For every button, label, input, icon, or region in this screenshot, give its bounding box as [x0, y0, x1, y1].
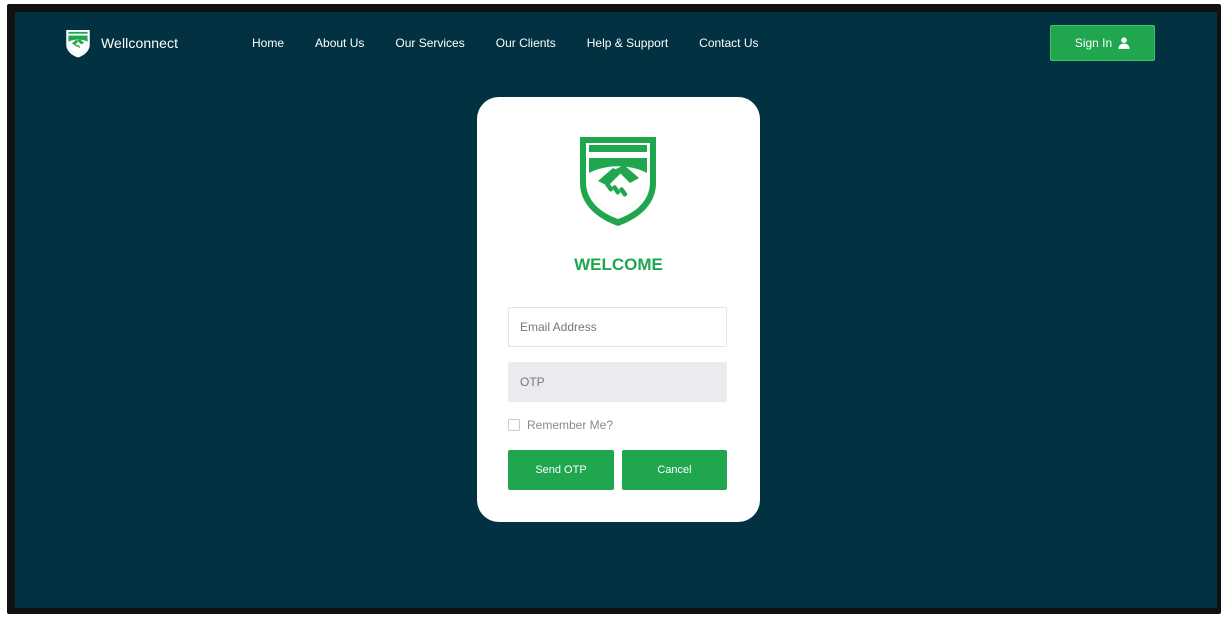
- sign-in-button[interactable]: Sign In: [1050, 25, 1155, 61]
- cancel-button[interactable]: Cancel: [622, 450, 727, 490]
- nav-help-support[interactable]: Help & Support: [587, 36, 668, 50]
- send-otp-button[interactable]: Send OTP: [508, 450, 614, 490]
- brand[interactable]: Wellconnect: [65, 28, 178, 58]
- brand-name: Wellconnect: [101, 35, 179, 51]
- nav-about-us[interactable]: About Us: [315, 36, 364, 50]
- nav-home[interactable]: Home: [252, 36, 284, 50]
- main-nav: Home About Us Our Services Our Clients H…: [252, 36, 790, 50]
- handshake-shield-icon: [66, 30, 90, 58]
- remember-me-checkbox[interactable]: [508, 419, 520, 431]
- sign-in-label: Sign In: [1074, 36, 1113, 50]
- page-background: Wellconnect Home About Us Our Services O…: [15, 12, 1217, 608]
- remember-me[interactable]: Remember Me?: [508, 418, 613, 432]
- login-card: WELCOME Remember Me? Send OTP Cancel: [477, 97, 760, 522]
- nav-our-clients[interactable]: Our Clients: [496, 36, 556, 50]
- email-field[interactable]: [508, 307, 727, 347]
- nav-contact-us[interactable]: Contact Us: [699, 36, 758, 50]
- user-icon: [1118, 37, 1130, 49]
- otp-field[interactable]: [508, 362, 727, 402]
- handshake-shield-icon: [580, 137, 656, 226]
- welcome-heading: WELCOME: [574, 255, 663, 274]
- remember-me-label: Remember Me?: [527, 418, 614, 432]
- nav-our-services[interactable]: Our Services: [395, 36, 464, 50]
